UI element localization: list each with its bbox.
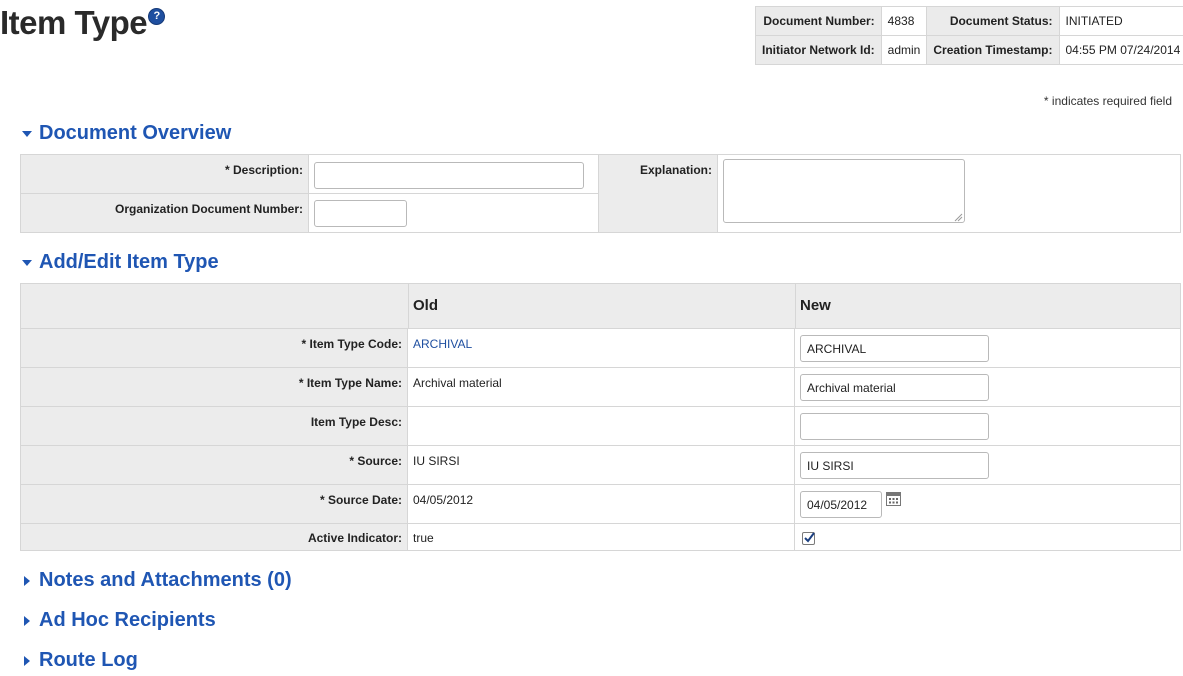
help-icon[interactable]: ? — [148, 8, 166, 25]
explanation-label: Explanation: — [599, 155, 718, 232]
item-type-desc-input[interactable] — [800, 413, 989, 440]
active-indicator-new-cell — [795, 524, 1180, 550]
source-date-new-cell: 04/05/2012 — [795, 485, 1180, 523]
org-doc-number-input[interactable] — [314, 200, 407, 227]
document-number-value: 4838 — [880, 6, 928, 36]
calendar-icon[interactable] — [886, 492, 901, 506]
header-blank-cell — [21, 284, 409, 328]
item-type-code-label: * Item Type Code: — [21, 329, 408, 367]
initiator-value: admin — [880, 35, 928, 65]
item-type-name-new-cell: Archival material — [795, 368, 1180, 406]
checkmark-icon — [804, 532, 815, 543]
document-header-table: Document Number: 4838 Document Status: I… — [755, 6, 1183, 65]
active-indicator-label: Active Indicator: — [21, 524, 408, 550]
item-type-name-input[interactable]: Archival material — [800, 374, 989, 401]
item-type-desc-old — [408, 407, 795, 445]
explanation-textarea[interactable] — [723, 159, 965, 223]
expand-arrow-icon — [24, 655, 30, 666]
active-indicator-old: true — [408, 524, 795, 550]
section-toggle-add-edit-item-type[interactable]: Add/Edit Item Type — [22, 251, 219, 274]
expand-arrow-icon — [24, 575, 30, 586]
document-status-label: Document Status: — [926, 6, 1060, 36]
resize-handle-icon[interactable] — [953, 212, 963, 222]
section-title-route-log: Route Log — [39, 649, 138, 671]
section-title-document-overview: Document Overview — [39, 122, 232, 144]
item-type-code-new-cell: ARCHIVAL — [795, 329, 1180, 367]
source-input[interactable]: IU SIRSI — [800, 452, 989, 479]
item-type-code-input[interactable]: ARCHIVAL — [800, 335, 989, 362]
source-old: IU SIRSI — [408, 446, 795, 484]
collapse-arrow-icon — [22, 259, 32, 266]
section-title-adhoc: Ad Hoc Recipients — [39, 609, 216, 631]
table-row: * Item Type Code: ARCHIVAL ARCHIVAL — [21, 329, 1180, 368]
description-input[interactable] — [314, 162, 584, 189]
divider — [309, 193, 598, 194]
section-toggle-route-log[interactable]: Route Log — [22, 649, 138, 672]
source-new-cell: IU SIRSI — [795, 446, 1180, 484]
item-type-name-old: Archival material — [408, 368, 795, 406]
description-label: * Description: — [21, 155, 309, 194]
page-title: Item Type? — [0, 4, 166, 42]
source-date-old: 04/05/2012 — [408, 485, 795, 523]
section-toggle-ad-hoc-recipients[interactable]: Ad Hoc Recipients — [22, 609, 216, 632]
table-row: * Source Date: 04/05/2012 04/05/2012 — [21, 485, 1180, 524]
page-title-text: Item Type — [0, 4, 148, 41]
source-date-label: * Source Date: — [21, 485, 408, 523]
document-overview-panel: * Description: Organization Document Num… — [20, 154, 1181, 233]
section-toggle-notes-attachments[interactable]: Notes and Attachments (0) — [22, 569, 292, 592]
section-title-add-edit: Add/Edit Item Type — [39, 251, 219, 273]
required-field-note: * indicates required field — [1043, 94, 1172, 108]
document-number-label: Document Number: — [755, 6, 882, 36]
table-row: Item Type Desc: — [21, 407, 1180, 446]
add-edit-panel: Old New * Item Type Code: ARCHIVAL ARCHI… — [20, 283, 1181, 551]
item-type-name-label: * Item Type Name: — [21, 368, 408, 406]
new-column-header: New — [800, 297, 831, 314]
section-toggle-document-overview[interactable]: Document Overview — [22, 122, 231, 145]
section-title-notes: Notes and Attachments (0) — [39, 569, 292, 591]
item-type-code-old-link[interactable]: ARCHIVAL — [413, 337, 472, 351]
initiator-label: Initiator Network Id: — [755, 35, 882, 65]
source-date-input[interactable]: 04/05/2012 — [800, 491, 882, 518]
creation-timestamp-value: 04:55 PM 07/24/2014 — [1058, 35, 1183, 65]
expand-arrow-icon — [24, 615, 30, 626]
document-status-value: INITIATED — [1058, 6, 1183, 36]
org-doc-number-label: Organization Document Number: — [21, 194, 309, 232]
source-label: * Source: — [21, 446, 408, 484]
table-header-row: Old New — [21, 284, 1180, 329]
table-row: * Item Type Name: Archival material Arch… — [21, 368, 1180, 407]
item-type-desc-label: Item Type Desc: — [21, 407, 408, 445]
table-row: Active Indicator: true — [21, 524, 1180, 550]
item-type-desc-new-cell — [795, 407, 1180, 445]
table-row: * Source: IU SIRSI IU SIRSI — [21, 446, 1180, 485]
item-type-code-old: ARCHIVAL — [408, 329, 795, 367]
collapse-arrow-icon — [22, 130, 32, 137]
active-indicator-checkbox[interactable] — [802, 532, 815, 545]
header-old-cell — [408, 284, 796, 328]
creation-timestamp-label: Creation Timestamp: — [926, 35, 1060, 65]
